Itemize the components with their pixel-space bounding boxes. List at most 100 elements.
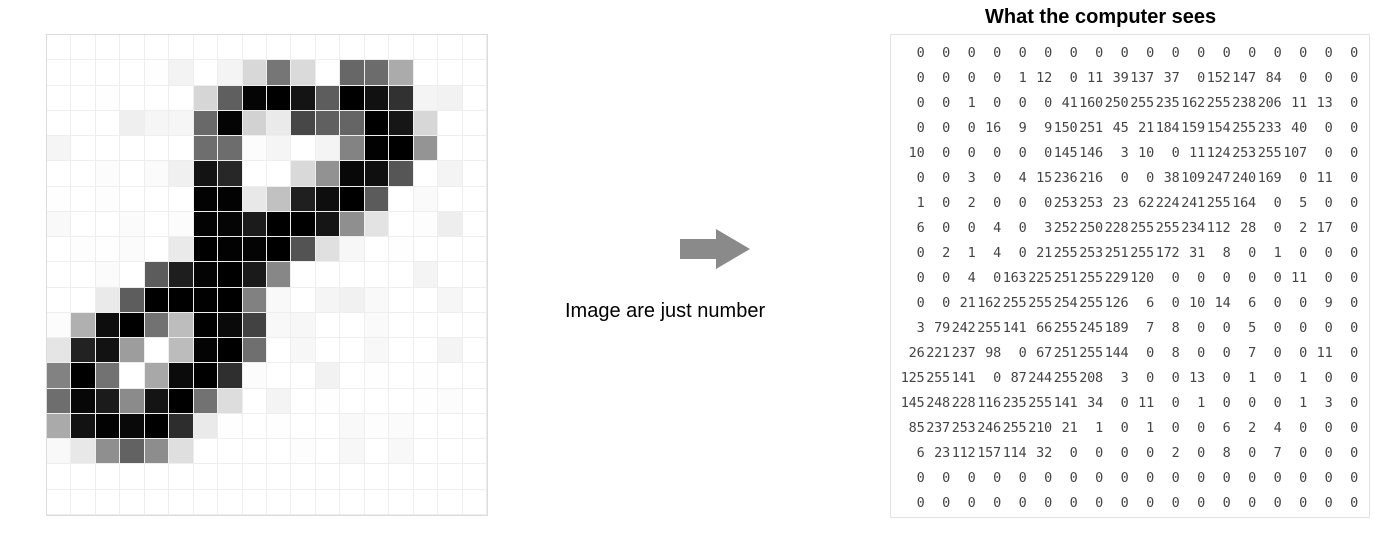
matrix-cell: 255 <box>1027 291 1053 316</box>
pixel-cell <box>267 111 291 136</box>
matrix-cell: 0 <box>1333 41 1359 66</box>
matrix-cell: 0 <box>1205 391 1231 416</box>
matrix-cell: 0 <box>1180 491 1206 516</box>
pixel-cell <box>47 262 71 287</box>
pixel-cell <box>120 86 144 111</box>
pixel-cell <box>96 60 120 85</box>
matrix-cell: 6 <box>1231 291 1257 316</box>
pixel-cell <box>47 161 71 186</box>
pixel-cell <box>438 313 462 338</box>
pixel-cell <box>194 313 218 338</box>
matrix-row: 12525514108724425520830013010100 <box>899 366 1361 391</box>
matrix-cell: 79 <box>925 316 951 341</box>
matrix-cell: 169 <box>1256 166 1282 191</box>
matrix-cell: 253 <box>950 416 976 441</box>
pixel-cell <box>389 35 413 60</box>
pixel-cell <box>414 389 438 414</box>
matrix-cell: 0 <box>1001 41 1027 66</box>
matrix-cell: 37 <box>1154 66 1180 91</box>
pixel-cell <box>71 363 95 388</box>
matrix-cell: 3 <box>1103 366 1129 391</box>
pixel-cell <box>96 237 120 262</box>
pixel-cell <box>340 389 364 414</box>
pixel-cell <box>438 389 462 414</box>
pixel-cell <box>145 212 169 237</box>
matrix-cell: 237 <box>925 416 951 441</box>
matrix-cell: 0 <box>1231 466 1257 491</box>
matrix-cell: 0 <box>1333 416 1359 441</box>
pixel-cell <box>340 490 364 515</box>
pixel-cell <box>145 187 169 212</box>
pixel-cell <box>96 313 120 338</box>
pixel-cell <box>291 60 315 85</box>
pixel-cell <box>389 313 413 338</box>
pixel-cell <box>316 363 340 388</box>
pixel-cell <box>267 313 291 338</box>
matrix-cell: 0 <box>1129 441 1155 466</box>
matrix-cell: 255 <box>1078 266 1104 291</box>
matrix-cell: 141 <box>1001 316 1027 341</box>
matrix-cell: 0 <box>1001 491 1027 516</box>
pixel-cell <box>414 338 438 363</box>
matrix-cell: 1 <box>899 191 925 216</box>
matrix-cell: 0 <box>1027 466 1053 491</box>
matrix-cell: 3 <box>1027 216 1053 241</box>
matrix-cell: 0 <box>1154 141 1180 166</box>
pixel-cell <box>365 262 389 287</box>
matrix-cell: 248 <box>925 391 951 416</box>
pixel-cell <box>414 490 438 515</box>
matrix-cell: 0 <box>1027 91 1053 116</box>
pixel-cell <box>169 212 193 237</box>
pixel-cell <box>47 187 71 212</box>
matrix-cell: 7 <box>1256 441 1282 466</box>
matrix-cell: 0 <box>1154 491 1180 516</box>
matrix-cell: 40 <box>1282 116 1308 141</box>
pixel-cell <box>218 161 242 186</box>
matrix-row: 10200025325323622242412551640500 <box>899 191 1361 216</box>
pixel-cell <box>145 111 169 136</box>
matrix-cell: 159 <box>1180 116 1206 141</box>
pixel-cell <box>438 439 462 464</box>
matrix-cell: 0 <box>1307 316 1333 341</box>
pixel-cell <box>47 313 71 338</box>
pixel-cell <box>316 288 340 313</box>
pixel-cell <box>120 414 144 439</box>
matrix-cell: 157 <box>976 441 1002 466</box>
matrix-row: 62311215711432000020807000 <box>899 441 1361 466</box>
pixel-cell <box>267 338 291 363</box>
pixel-cell <box>438 262 462 287</box>
matrix-cell: 21 <box>1052 416 1078 441</box>
pixel-cell <box>340 111 364 136</box>
matrix-cell: 21 <box>1027 241 1053 266</box>
pixel-cell <box>463 389 487 414</box>
matrix-cell: 4 <box>1256 416 1282 441</box>
matrix-cell: 0 <box>950 41 976 66</box>
pixel-cell <box>414 313 438 338</box>
pixel-cell <box>267 464 291 489</box>
matrix-cell: 28 <box>1231 216 1257 241</box>
matrix-cell: 0 <box>1333 91 1359 116</box>
pixel-cell <box>438 111 462 136</box>
pixel-cell <box>47 35 71 60</box>
pixel-cell <box>218 35 242 60</box>
matrix-cell: 0 <box>1333 466 1359 491</box>
matrix-cell: 0 <box>1129 166 1155 191</box>
pixel-cell <box>243 237 267 262</box>
pixel-cell <box>194 464 218 489</box>
matrix-cell: 0 <box>1333 366 1359 391</box>
caption-text: Image are just number <box>565 300 765 323</box>
matrix-cell: 7 <box>1129 316 1155 341</box>
pixel-cell <box>316 338 340 363</box>
pixel-cell <box>47 288 71 313</box>
pixel-cell <box>316 161 340 186</box>
matrix-cell: 109 <box>1180 166 1206 191</box>
matrix-cell: 254 <box>1052 291 1078 316</box>
pixel-cell <box>71 414 95 439</box>
matrix-cell: 255 <box>1205 191 1231 216</box>
matrix-cell: 0 <box>1333 141 1359 166</box>
pixel-cell <box>267 212 291 237</box>
pixel-cell <box>218 439 242 464</box>
matrix-cell: 0 <box>1103 441 1129 466</box>
matrix-cell: 0 <box>1307 66 1333 91</box>
pixel-cell <box>120 464 144 489</box>
